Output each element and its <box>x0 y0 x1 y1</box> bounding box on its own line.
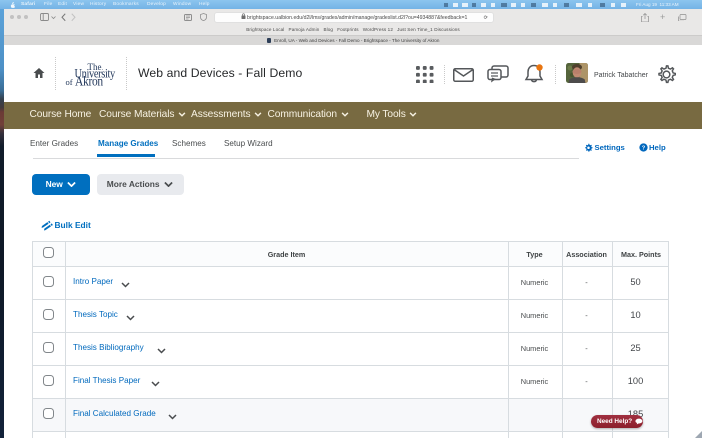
svg-text:?: ? <box>641 145 645 151</box>
